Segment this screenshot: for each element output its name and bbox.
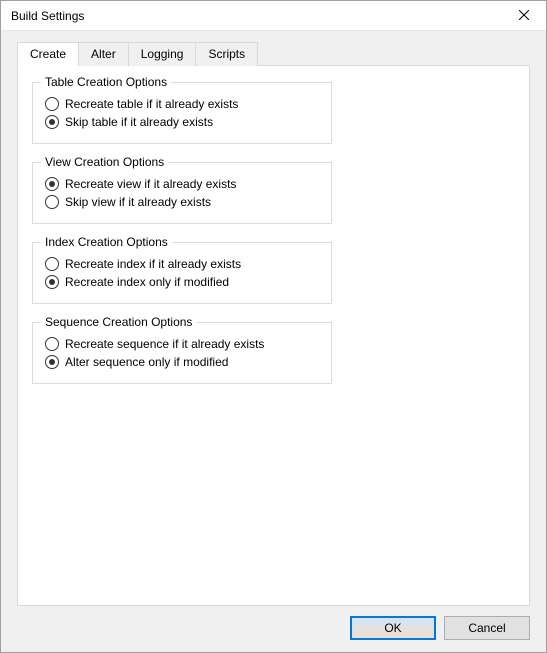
button-label: Cancel (468, 621, 505, 635)
tab-create[interactable]: Create (17, 42, 79, 66)
radio-label: Alter sequence only if modified (65, 355, 228, 369)
button-label: OK (384, 621, 401, 635)
radio-dot-icon (49, 359, 55, 365)
radio-icon (45, 257, 59, 271)
radio-icon (45, 97, 59, 111)
tabstrip: Create Alter Logging Scripts (17, 42, 530, 66)
tab-alter[interactable]: Alter (78, 42, 129, 66)
radio-label: Recreate table if it already exists (65, 97, 238, 111)
group-index-creation: Index Creation Options Recreate index if… (32, 242, 332, 304)
tab-label: Scripts (208, 47, 245, 61)
radio-label: Skip view if it already exists (65, 195, 211, 209)
group-sequence-creation: Sequence Creation Options Recreate seque… (32, 322, 332, 384)
radio-recreate-sequence[interactable]: Recreate sequence if it already exists (45, 337, 319, 351)
tab-label: Logging (141, 47, 184, 61)
group-legend: View Creation Options (41, 155, 168, 169)
radio-icon (45, 195, 59, 209)
tab-label: Create (30, 47, 66, 61)
group-legend: Table Creation Options (41, 75, 171, 89)
group-view-creation: View Creation Options Recreate view if i… (32, 162, 332, 224)
cancel-button[interactable]: Cancel (444, 616, 530, 640)
radio-label: Recreate index if it already exists (65, 257, 241, 271)
radio-recreate-table[interactable]: Recreate table if it already exists (45, 97, 319, 111)
client-area: Create Alter Logging Scripts Table Creat… (1, 31, 546, 652)
dialog-footer: OK Cancel (17, 606, 530, 640)
radio-dot-icon (49, 181, 55, 187)
radio-icon (45, 355, 59, 369)
tab-logging[interactable]: Logging (128, 42, 197, 66)
group-table-creation: Table Creation Options Recreate table if… (32, 82, 332, 144)
tab-scripts[interactable]: Scripts (195, 42, 258, 66)
ok-button[interactable]: OK (350, 616, 436, 640)
radio-label: Skip table if it already exists (65, 115, 213, 129)
radio-icon (45, 275, 59, 289)
radio-label: Recreate view if it already exists (65, 177, 236, 191)
tabpanel-create: Table Creation Options Recreate table if… (17, 65, 530, 606)
radio-label: Recreate index only if modified (65, 275, 229, 289)
radio-dot-icon (49, 119, 55, 125)
radio-recreate-index[interactable]: Recreate index if it already exists (45, 257, 319, 271)
radio-skip-table[interactable]: Skip table if it already exists (45, 115, 319, 129)
group-legend: Index Creation Options (41, 235, 172, 249)
close-button[interactable] (501, 1, 546, 31)
close-icon (519, 9, 529, 23)
tab-label: Alter (91, 47, 116, 61)
window-title: Build Settings (11, 9, 501, 23)
group-legend: Sequence Creation Options (41, 315, 196, 329)
radio-recreate-index-modified[interactable]: Recreate index only if modified (45, 275, 319, 289)
radio-recreate-view[interactable]: Recreate view if it already exists (45, 177, 319, 191)
radio-dot-icon (49, 279, 55, 285)
radio-skip-view[interactable]: Skip view if it already exists (45, 195, 319, 209)
titlebar: Build Settings (1, 1, 546, 31)
radio-icon (45, 115, 59, 129)
radio-icon (45, 337, 59, 351)
radio-alter-sequence-modified[interactable]: Alter sequence only if modified (45, 355, 319, 369)
radio-label: Recreate sequence if it already exists (65, 337, 264, 351)
radio-icon (45, 177, 59, 191)
